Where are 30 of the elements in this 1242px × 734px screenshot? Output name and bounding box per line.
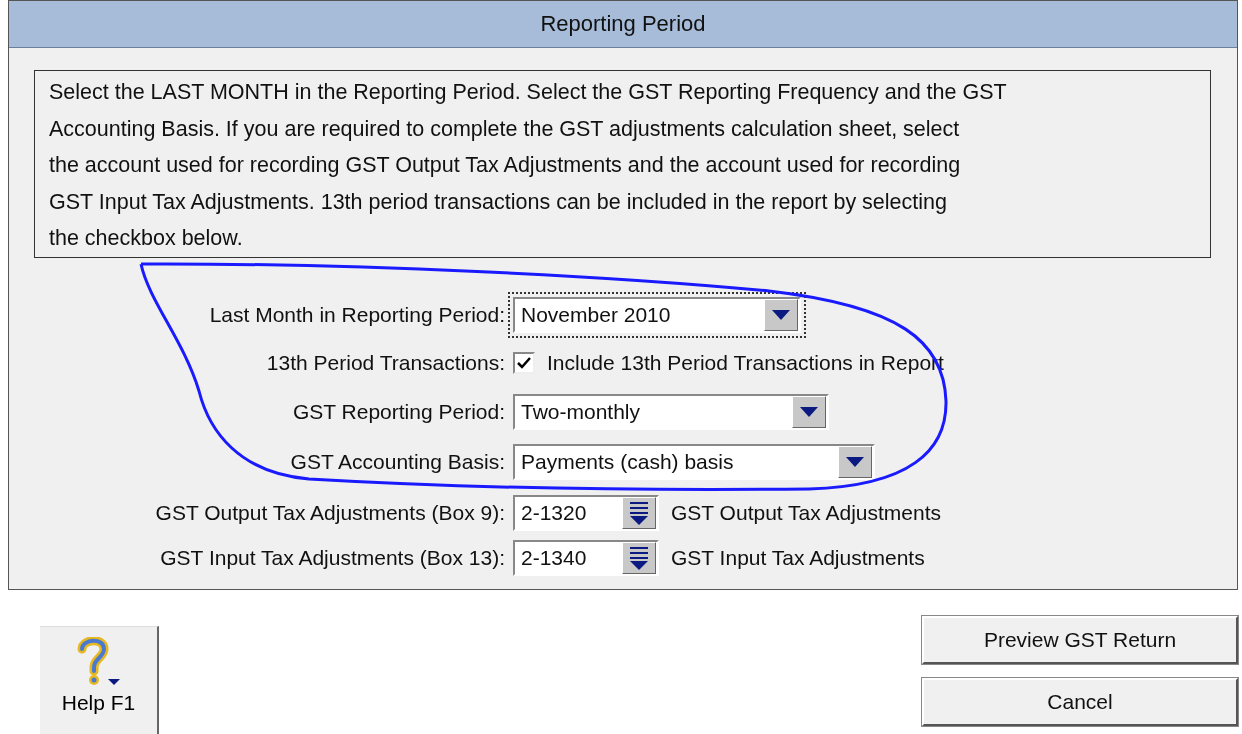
window-title: Reporting Period: [9, 1, 1237, 48]
account-field[interactable]: 2-1340: [513, 540, 659, 576]
dropdown-arrow-icon: [800, 407, 818, 417]
dropdown-arrow-icon: [846, 457, 864, 467]
account-name: GST Output Tax Adjustments: [671, 500, 942, 525]
field-label: Last Month in Reporting Period:: [209, 303, 505, 327]
field-label: 13th Period Transactions:: [266, 350, 505, 375]
dropdown-arrow-icon: [772, 310, 790, 320]
check-icon: [517, 356, 531, 369]
field-label: GST Accounting Basis:: [290, 450, 505, 474]
help-button[interactable]: Help F1: [40, 626, 159, 734]
field-label: GST Output Tax Adjustments (Box 9):: [155, 500, 505, 525]
dialog-button[interactable]: Preview GST Return: [922, 616, 1238, 664]
field-label: GST Reporting Period:: [292, 400, 505, 424]
lookup-button[interactable]: [622, 496, 656, 529]
dropdown-field[interactable]: Payments (cash) basis: [513, 444, 875, 480]
lookup-list-icon: [630, 546, 648, 570]
account-name: GST Input Tax Adjustments: [671, 546, 925, 570]
instructions-text: Select the LAST MONTH in the Reporting Period. Select the GST Reporting Frequency and the GST Accounting Basis. If you are required to complete the GST adjustments calculation sheet, select the account used for recording GST Output Tax Adjustments and the account used for recording GST Input Tax Adjustments. 13th period transactions can be included in the report by selecting the checkbox below.: [34, 70, 1211, 258]
account-field[interactable]: 2-1320: [513, 494, 659, 531]
dropdown-field[interactable]: November 2010: [513, 297, 801, 333]
dropdown-button[interactable]: [792, 396, 826, 428]
dropdown-button[interactable]: [838, 446, 872, 478]
lookup-button[interactable]: [622, 542, 656, 574]
dropdown-field[interactable]: Two-monthly: [513, 394, 829, 430]
field-label: GST Input Tax Adjustments (Box 13):: [160, 546, 505, 570]
dropdown-button[interactable]: [764, 299, 798, 331]
lookup-list-icon: [630, 500, 648, 525]
dialog-button[interactable]: Cancel: [922, 678, 1238, 726]
checkbox[interactable]: [513, 351, 535, 374]
